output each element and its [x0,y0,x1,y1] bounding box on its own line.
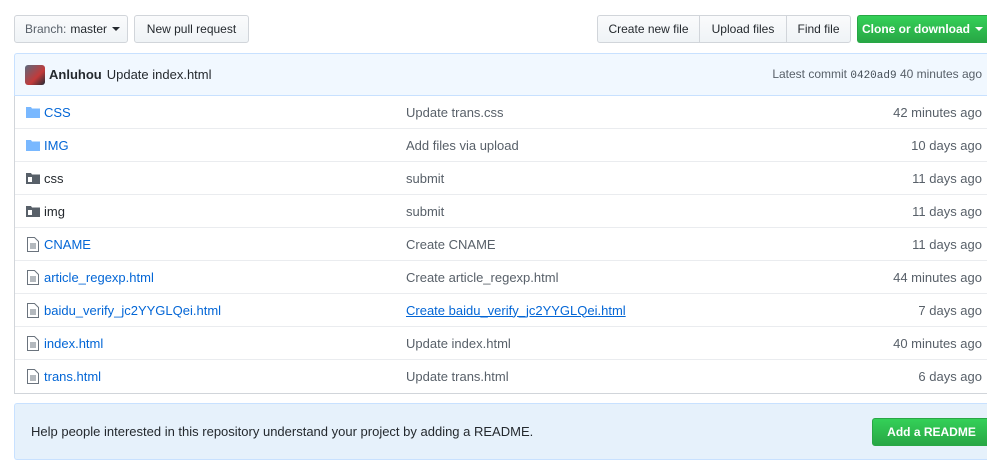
clone-or-download-button[interactable]: Clone or download [857,15,987,43]
commit-prefix: Latest commit [772,67,848,81]
list-item: css submit 11 days ago [15,162,987,195]
file-name-link[interactable]: CNAME [44,237,91,252]
list-item: index.html Update index.html 40 minutes … [15,327,987,360]
file-commit-message[interactable]: Update index.html [406,336,511,351]
file-name-link[interactable]: article_regexp.html [44,270,154,285]
file-name-link[interactable]: IMG [44,138,69,153]
list-item: IMG Add files via upload 10 days ago [15,129,987,162]
chevron-down-icon [975,27,983,31]
folder-icon [25,104,41,120]
file-commit-message[interactable]: Update trans.css [406,105,504,120]
file-age: 11 days ago [912,170,982,186]
list-item: article_regexp.html Create article_regex… [15,261,987,294]
file-list: CSS Update trans.css 42 minutes ago IMG … [14,96,987,394]
commit-meta: Latest commit 0420ad9 40 minutes ago [772,67,982,82]
list-item: CNAME Create CNAME 11 days ago [15,228,987,261]
file-age: 40 minutes ago [893,335,982,351]
file-commit-message[interactable]: submit [406,171,444,186]
file-icon [25,269,41,285]
file-name-link[interactable]: img [44,204,65,219]
create-new-file-button[interactable]: Create new file [597,15,700,43]
readme-prompt-text: Help people interested in this repositor… [31,424,534,439]
file-age: 10 days ago [911,137,982,153]
file-age: 42 minutes ago [893,104,982,120]
file-name-link[interactable]: css [44,171,64,186]
avatar[interactable] [25,64,45,85]
file-name-link[interactable]: index.html [44,336,103,351]
file-commit-message[interactable]: Add files via upload [406,138,519,153]
file-age: 44 minutes ago [893,269,982,285]
file-icon [25,302,41,318]
folder-icon [25,137,41,153]
file-age: 11 days ago [912,203,982,219]
file-commit-message[interactable]: Update trans.html [406,369,509,384]
commit-age: 40 minutes ago [899,67,982,81]
clone-or-download-label: Clone or download [862,22,970,36]
branch-prefix: Branch: [25,22,67,36]
commit-sha[interactable]: 0420ad9 [850,70,896,82]
upload-files-button[interactable]: Upload files [699,15,787,43]
file-commit-message[interactable]: Create article_regexp.html [406,270,558,285]
branch-name: master [70,22,108,36]
file-name-link[interactable]: CSS [44,105,71,120]
find-file-button[interactable]: Find file [786,15,851,43]
list-item: img submit 11 days ago [15,195,987,228]
commit-author[interactable]: Anluhou [49,67,102,82]
file-icon [25,369,41,385]
list-item: CSS Update trans.css 42 minutes ago [15,96,987,129]
file-age: 7 days ago [918,302,982,318]
file-age: 6 days ago [918,369,982,384]
add-readme-button[interactable]: Add a README [872,418,987,446]
latest-commit-bar: Anluhou Update index.html Latest commit … [14,53,987,96]
file-name-link[interactable]: baidu_verify_jc2YYGLQei.html [44,303,221,318]
branch-select-button[interactable]: Branch: master [14,15,128,43]
file-icon [25,335,41,351]
commit-message[interactable]: Update index.html [107,67,212,82]
file-commit-message[interactable]: Create CNAME [406,237,496,252]
file-name-link[interactable]: trans.html [44,369,101,384]
submodule-icon [25,203,41,219]
submodule-icon [25,170,41,186]
readme-prompt: Help people interested in this repositor… [14,403,987,460]
file-commit-message[interactable]: submit [406,204,444,219]
new-pull-request-button[interactable]: New pull request [134,15,249,43]
list-item: baidu_verify_jc2YYGLQei.html Create baid… [15,294,987,327]
file-commit-message[interactable]: Create baidu_verify_jc2YYGLQei.html [406,303,626,318]
chevron-down-icon [112,27,121,31]
list-item: trans.html Update trans.html 6 days ago [15,360,987,393]
file-icon [25,236,41,252]
file-age: 11 days ago [912,236,982,252]
